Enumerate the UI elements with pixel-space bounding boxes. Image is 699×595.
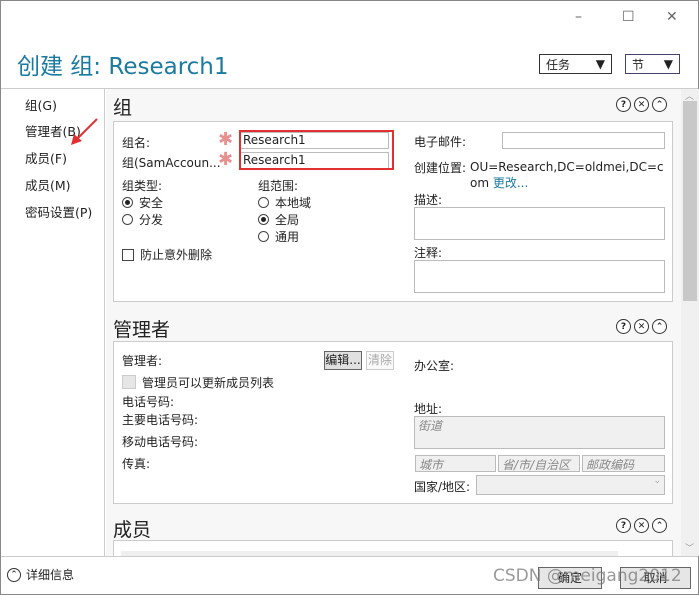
phone-label: 电话号码: (122, 395, 175, 409)
details-label: 详细信息 (26, 568, 75, 582)
required-icon: ✱ (218, 129, 234, 150)
scrollbar[interactable]: ︿ ﹀ (681, 89, 699, 556)
group-section: 组名: ✱ Research1 组(SamAccoun... ✱ Researc… (113, 121, 673, 302)
scrollbar-thumb[interactable] (683, 101, 697, 301)
clear-button[interactable]: 清除 (366, 351, 394, 370)
sidebar-item-group[interactable]: 组(G) (25, 95, 57, 114)
minimize-button[interactable]: – (575, 9, 582, 25)
notes-label: 注释: (414, 246, 443, 260)
sidebar-item-password-settings[interactable]: 密码设置(P) (25, 202, 92, 221)
change-link[interactable]: 更改... (493, 176, 528, 190)
street-input[interactable]: 街道 (414, 416, 665, 449)
help-icon[interactable]: ? (616, 319, 631, 334)
close-button[interactable]: ✕ (666, 9, 678, 25)
maximize-button[interactable]: ☐ (622, 9, 635, 25)
sections-dropdown[interactable]: 节 ▼ (625, 54, 680, 74)
chevron-down-icon: ▼ (595, 57, 605, 71)
description-label: 描述: (414, 193, 443, 207)
manager-label: 管理者: (122, 354, 163, 368)
email-input[interactable] (502, 132, 665, 149)
sidebar-item-member-of[interactable]: 成员(F) (25, 148, 67, 167)
close-section-icon[interactable]: ✕ (634, 97, 649, 112)
watermark: CSDN @meigang2012 (493, 566, 682, 586)
can-update-checkbox[interactable]: 管理员可以更新成员列表 (122, 374, 274, 391)
radio-domain-local[interactable]: 本地域 (258, 194, 311, 211)
group-name-label: 组名: (122, 136, 151, 150)
radio-universal[interactable]: 通用 (258, 228, 299, 245)
notes-input[interactable] (414, 260, 665, 293)
required-icon: ✱ (218, 149, 234, 170)
address-label: 地址: (414, 402, 443, 416)
location-label: 创建位置: (414, 161, 467, 175)
sections-label: 节 (632, 57, 645, 72)
state-input[interactable]: 省/市/自治区 (498, 455, 580, 472)
sidebar-item-members[interactable]: 成员(M) (25, 175, 71, 194)
radio-security[interactable]: 安全 (122, 194, 163, 211)
sidebar: 组(G) 管理者(B) 成员(F) 成员(M) 密码设置(P) (1, 89, 105, 556)
section-title-group: 组 (113, 97, 133, 119)
members-section (113, 540, 673, 556)
page-title: 创建 组: Research1 (17, 54, 229, 80)
main-panel: 组 ? ✕ ⌃ 组名: ✱ Research1 组(SamAccoun... ✱ R… (106, 89, 681, 556)
country-select[interactable]: ⌄ (476, 475, 665, 495)
protect-deletion-checkbox[interactable]: 防止意外删除 (122, 246, 212, 263)
location-value: OU=Research,DC=oldmei,DC=com 更改... (470, 160, 664, 190)
details-toggle[interactable]: ⌃ 详细信息 (7, 566, 74, 583)
fax-label: 传真: (122, 457, 151, 471)
radio-global[interactable]: 全局 (258, 211, 299, 228)
email-label: 电子邮件: (414, 135, 467, 149)
red-arrow-annotation (71, 118, 98, 145)
main-phone-label: 主要电话号码: (122, 413, 199, 427)
tasks-label: 任务 (546, 57, 571, 72)
section-title-managed-by: 管理者 (113, 319, 171, 341)
mobile-label: 移动电话号码: (122, 435, 199, 449)
help-icon[interactable]: ? (616, 97, 631, 112)
expand-icon: ⌃ (7, 567, 21, 582)
tasks-dropdown[interactable]: 任务 ▼ (539, 54, 612, 74)
close-section-icon[interactable]: ✕ (634, 319, 649, 334)
group-scope-label: 组范围: (258, 179, 299, 193)
city-input[interactable]: 城市 (415, 455, 496, 472)
chevron-down-icon: ▼ (663, 57, 673, 71)
section-title-members: 成员 (113, 519, 152, 541)
scroll-down-icon[interactable]: ﹀ (685, 541, 694, 554)
help-icon[interactable]: ? (616, 518, 631, 533)
radio-distribution[interactable]: 分发 (122, 211, 163, 228)
country-label: 国家/地区: (414, 480, 471, 494)
collapse-icon[interactable]: ⌃ (652, 319, 667, 334)
close-section-icon[interactable]: ✕ (634, 518, 649, 533)
zip-input[interactable]: 邮政编码 (582, 455, 665, 472)
office-label: 办公室: (414, 359, 455, 373)
group-type-label: 组类型: (122, 179, 163, 193)
managed-by-section: 管理者: 编辑... 清除 管理员可以更新成员列表 电话号码: 主要电话号码: … (113, 341, 673, 504)
description-input[interactable] (414, 207, 665, 240)
highlight-box (239, 130, 394, 170)
edit-button[interactable]: 编辑... (324, 351, 362, 370)
sam-account-label: 组(SamAccoun... (122, 156, 221, 170)
collapse-icon[interactable]: ⌃ (652, 518, 667, 533)
collapse-icon[interactable]: ⌃ (652, 97, 667, 112)
